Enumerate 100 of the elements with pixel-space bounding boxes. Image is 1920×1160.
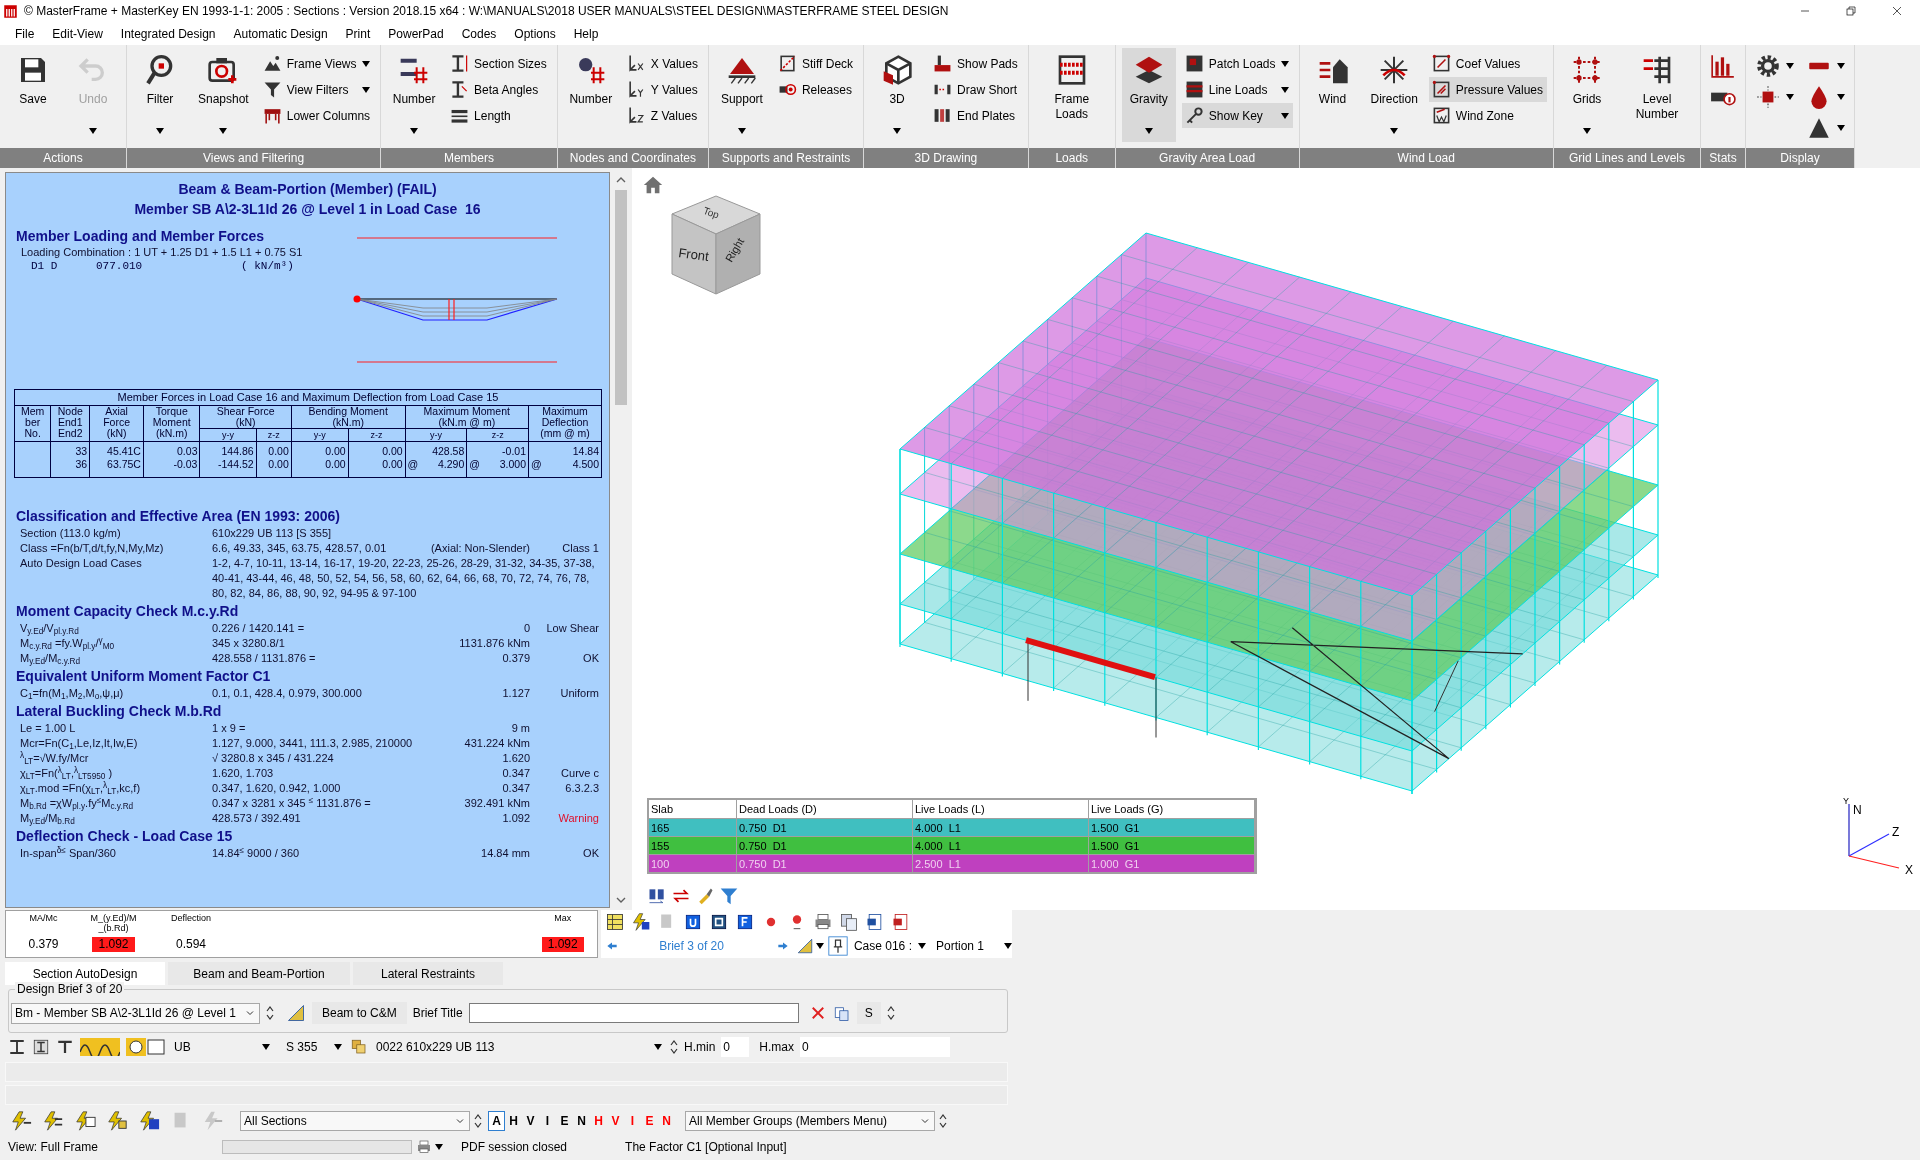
filter-toggle[interactable]: V: [522, 1110, 539, 1131]
ribbon-button[interactable]: Pressure Values: [1428, 77, 1547, 102]
spinner-icon[interactable]: [886, 1005, 895, 1022]
convert-button[interactable]: Beam to C&M: [311, 1002, 407, 1025]
spinner-icon[interactable]: [265, 1005, 274, 1022]
ribbon-button[interactable]: Direction: [1365, 48, 1423, 142]
printer-icon[interactable]: [416, 1139, 432, 1155]
menu-item[interactable]: Options: [505, 24, 565, 43]
home-icon[interactable]: [642, 174, 664, 196]
ribbon-button[interactable]: Gravity: [1121, 48, 1176, 142]
ribbon-button[interactable]: Coef Values: [1428, 51, 1547, 76]
i-section-icon[interactable]: [32, 1037, 50, 1056]
menu-item[interactable]: Integrated Design: [111, 24, 225, 43]
sections-icon[interactable]: [350, 1037, 368, 1056]
filter-toggle[interactable]: E: [556, 1110, 573, 1131]
wave-icon[interactable]: [80, 1037, 120, 1056]
section-dropdown[interactable]: 0022 610x229 UB 113: [374, 1036, 664, 1057]
ribbon-button[interactable]: Frame Views: [259, 51, 375, 76]
filter-toggle[interactable]: I: [624, 1110, 641, 1131]
ribbon-button[interactable]: Lower Columns: [259, 103, 375, 128]
lightning-icon[interactable]: [42, 1109, 64, 1132]
ribbon-button[interactable]: End Plates: [930, 103, 1022, 128]
spinner-icon[interactable]: [670, 1038, 678, 1055]
ribbon-button[interactable]: Wind: [1305, 48, 1360, 142]
copy-icon[interactable]: [832, 1004, 851, 1023]
menu-item[interactable]: Codes: [452, 24, 506, 43]
menu-item[interactable]: File: [6, 24, 44, 43]
brief-link[interactable]: Brief 3 of 20: [659, 937, 724, 955]
ruler-icon[interactable]: [795, 937, 814, 955]
ribbon-button[interactable]: Line Loads: [1181, 77, 1293, 102]
grade-dropdown[interactable]: S 355: [284, 1036, 344, 1057]
ribbon-button[interactable]: Beta Angles: [447, 77, 551, 102]
grid-icon[interactable]: [605, 912, 626, 932]
i-section-icon[interactable]: [8, 1037, 26, 1056]
ribbon-button[interactable]: View Filters: [259, 77, 375, 102]
ribbon-button[interactable]: Z Values: [623, 103, 702, 128]
ribbon-button[interactable]: Wind Zone: [1428, 103, 1547, 128]
filter-toggle[interactable]: H: [505, 1110, 522, 1131]
ribbon-button[interactable]: Patch Loads: [1181, 51, 1293, 76]
lightning-icon[interactable]: [106, 1109, 128, 1132]
ribbon-button[interactable]: Y Values: [623, 77, 702, 102]
ribbon-button[interactable]: Section Sizes: [447, 51, 551, 76]
funnel-icon[interactable]: [719, 886, 739, 906]
ribbon-button[interactable]: Filter: [133, 48, 187, 142]
ribbon-button[interactable]: Releases: [774, 77, 858, 102]
ribbon-button[interactable]: Level Number: [1620, 48, 1694, 142]
ribbon-button[interactable]: Show Pads: [930, 51, 1022, 76]
menu-item[interactable]: PowerPad: [379, 24, 453, 43]
spinner-icon[interactable]: [474, 1112, 482, 1129]
sections-dropdown[interactable]: All Sections: [240, 1110, 470, 1131]
restore-icon[interactable]: [1843, 3, 1859, 19]
ribbon-button[interactable]: Number: [387, 48, 442, 142]
hmin-field[interactable]: 0: [721, 1036, 750, 1057]
filter-toggle[interactable]: I: [539, 1110, 556, 1131]
lightning-icon[interactable]: [74, 1109, 96, 1132]
filter-toggle[interactable]: N: [573, 1110, 590, 1131]
ribbon-button[interactable]: Snapshot: [193, 48, 254, 142]
ribbon-button[interactable]: Show Key: [1181, 103, 1293, 128]
scrollbar-thumb[interactable]: [615, 190, 627, 405]
menu-item[interactable]: Help: [564, 24, 608, 43]
ribbon-button[interactable]: X Values: [623, 51, 702, 76]
menu-item[interactable]: Print: [336, 24, 380, 43]
brief-title-field[interactable]: [468, 1003, 799, 1024]
ribbon-button[interactable]: Grids: [1560, 48, 1614, 142]
pin-icon[interactable]: [827, 936, 848, 956]
ribbon-button[interactable]: Save: [6, 48, 60, 142]
tab[interactable]: Lateral Restraints: [353, 962, 503, 986]
member-groups-dropdown[interactable]: All Member Groups (Members Menu): [685, 1110, 935, 1131]
documents-icon[interactable]: [839, 912, 860, 932]
lightning-icon[interactable]: [10, 1109, 32, 1132]
ruler-icon[interactable]: [285, 1003, 306, 1024]
filter-toggle[interactable]: A: [488, 1110, 505, 1131]
ribbon-button[interactable]: Stiff Deck: [774, 51, 858, 76]
member-dropdown[interactable]: Bm - Member SB A\2-3L1Id 26 @ Level 1: [11, 1002, 260, 1024]
filter-toggle[interactable]: N: [658, 1110, 675, 1131]
tab[interactable]: Beam and Beam-Portion: [168, 962, 350, 986]
printer-icon[interactable]: [813, 912, 834, 932]
case-dropdown[interactable]: Case 016 :: [853, 937, 930, 955]
hmax-field[interactable]: 0: [800, 1036, 950, 1057]
type-dropdown[interactable]: UB: [172, 1036, 272, 1057]
tube-icon[interactable]: [126, 1037, 166, 1056]
legend-row[interactable]: 155 0.750 D1 4.000 L1 1.500 G1: [649, 836, 1255, 854]
ribbon-button[interactable]: Length: [447, 103, 551, 128]
filter-toggle[interactable]: V: [607, 1110, 624, 1131]
ribbon-button[interactable]: Number: [563, 48, 618, 142]
s-button[interactable]: S: [856, 1002, 881, 1025]
ribbon-button[interactable]: Support: [714, 48, 769, 142]
binoculars-icon[interactable]: [647, 886, 667, 906]
ribbon-button[interactable]: Frame Loads: [1034, 48, 1109, 142]
menu-item[interactable]: Edit-View: [43, 24, 112, 43]
portion-dropdown[interactable]: Portion 1: [935, 937, 1012, 955]
menu-item[interactable]: Automatic Design: [224, 24, 337, 43]
filter-toggle[interactable]: H: [590, 1110, 607, 1131]
lightning-icon[interactable]: [138, 1109, 160, 1132]
ribbon-button[interactable]: Draw Short: [930, 77, 1022, 102]
legend-row[interactable]: 165 0.750 D1 4.000 L1 1.500 G1: [649, 818, 1255, 836]
filter-toggle[interactable]: E: [641, 1110, 658, 1131]
lightning-icon[interactable]: [631, 912, 652, 932]
ribbon-button[interactable]: 3D: [870, 48, 925, 142]
spinner-icon[interactable]: [939, 1112, 947, 1129]
